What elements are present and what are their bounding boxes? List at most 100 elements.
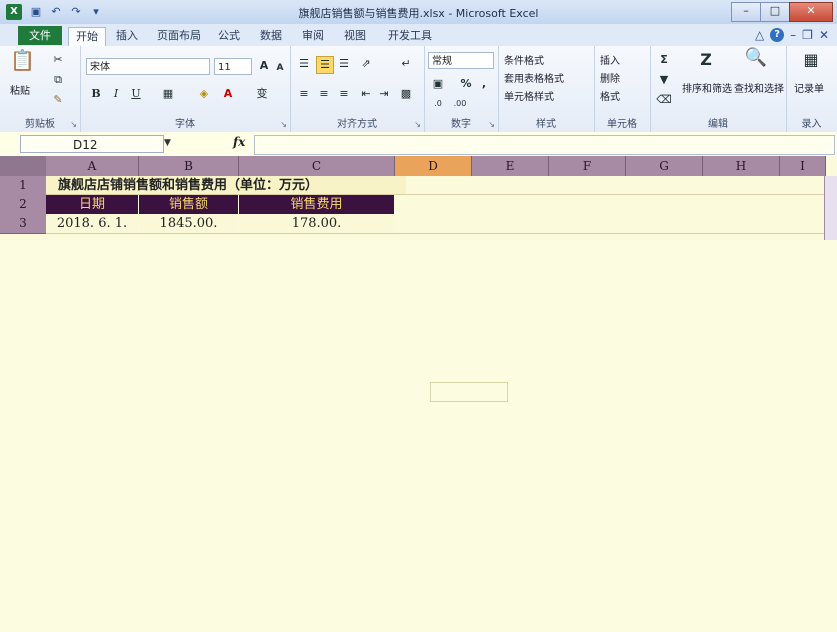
clipboard-group: 📋 粘贴 ✂ ⧉ ✎ 剪贴板 ↘ [0,46,81,132]
tab-home[interactable]: 开始 [68,27,106,47]
shrink-font-icon[interactable]: A [272,60,288,76]
data-cell-date[interactable]: 2018. 6. 1. [46,214,138,233]
delete-cells-button[interactable]: 删除 [600,70,620,85]
number-launcher-icon[interactable]: ↘ [488,120,495,129]
gridline [46,233,825,234]
accounting-format-icon[interactable]: ▣ [430,76,446,92]
record-form-button[interactable]: 记录单 [794,80,824,95]
tab-file[interactable]: 文件 [18,26,62,45]
increase-decimal-icon[interactable]: .0 [430,96,446,112]
data-cell-sales[interactable]: 1845.00. [139,214,238,233]
decrease-indent-icon[interactable]: ⇤ [358,86,374,102]
phonetic-button[interactable]: 变 [254,86,270,102]
wrap-text-icon[interactable]: ↵ [398,56,414,72]
tab-formulas[interactable]: 公式 [214,27,244,46]
underline-button[interactable]: U [128,86,144,102]
sort-filter-button[interactable]: 排序和筛选 [682,80,732,95]
comma-style-icon[interactable]: , [476,76,492,92]
insert-function-button[interactable]: fx [233,135,245,149]
insert-cells-button[interactable]: 插入 [600,52,620,67]
align-left-icon[interactable]: ≡ [296,86,312,102]
grow-font-icon[interactable]: A [256,58,272,74]
select-all-corner[interactable] [0,156,46,176]
conditional-format-button[interactable]: 条件格式 [504,52,544,67]
format-cells-button[interactable]: 格式 [600,88,620,103]
selected-cell-outline[interactable] [430,382,508,402]
copy-icon[interactable]: ⧉ [50,72,66,88]
find-select-icon[interactable]: 🔍 [744,49,768,74]
tab-developer[interactable]: 开发工具 [384,27,436,46]
row-header-1[interactable]: 1 [0,176,46,196]
tab-data[interactable]: 数据 [256,27,286,46]
align-middle-icon[interactable]: ☰ [316,56,334,74]
font-size-select[interactable]: 11 [214,58,252,75]
font-label: 字体 [175,119,195,130]
close-workbook-icon[interactable]: ✕ [819,28,829,42]
number-format-select[interactable]: 常规 [428,52,494,69]
tab-view[interactable]: 视图 [340,27,370,46]
align-right-icon[interactable]: ≡ [336,86,352,102]
paste-icon[interactable]: 📋 [10,50,35,80]
close-button[interactable]: ✕ [789,2,833,22]
font-color-icon[interactable]: A [220,86,236,102]
row-header-3[interactable]: 3 [0,214,46,234]
column-header-g[interactable]: G [626,156,703,176]
cell-styles-button[interactable]: 单元格样式 [504,88,554,103]
help-icon[interactable]: ? [770,28,785,42]
restore-workbook-icon[interactable]: ❐ [802,28,813,42]
header-cell-sales[interactable]: 销售额 [139,195,238,214]
tab-review[interactable]: 审阅 [298,27,328,46]
form-icon[interactable]: ▦ [800,52,822,74]
minimize-button[interactable]: – [731,2,761,22]
orientation-icon[interactable]: ⇗ [358,56,374,72]
column-header-b[interactable]: B [139,156,239,176]
percent-button[interactable]: % [458,76,474,92]
align-center-icon[interactable]: ≡ [316,86,332,102]
cut-icon[interactable]: ✂ [50,52,66,68]
worksheet[interactable]: A B C D E F G H I 1 2 3 旗舰店店铺销售额和销售费用（单位… [0,156,837,632]
paste-button[interactable]: 粘贴 [10,82,30,97]
header-cell-expense[interactable]: 销售费用 [239,195,394,214]
fill-icon[interactable]: ▼ [656,72,672,88]
sheet-title-cell[interactable]: 旗舰店店铺销售额和销售费用（单位：万元） [46,176,406,195]
tab-insert[interactable]: 插入 [112,27,142,46]
vertical-scrollbar[interactable] [824,176,837,240]
ribbon: 📋 粘贴 ✂ ⧉ ✎ 剪贴板 ↘ 宋体 11 A A B I U ▦ ◈ A 变… [0,46,837,133]
column-header-c[interactable]: C [239,156,395,176]
format-painter-icon[interactable]: ✎ [50,92,66,108]
column-header-h[interactable]: H [703,156,780,176]
fill-color-icon[interactable]: ◈ [196,86,212,102]
borders-icon[interactable]: ▦ [160,86,176,102]
maximize-button[interactable]: □ [760,2,790,22]
column-header-d[interactable]: D [395,156,472,176]
clipboard-launcher-icon[interactable]: ↘ [70,120,77,129]
column-header-a[interactable]: A [46,156,139,176]
sort-filter-icon[interactable]: Z [696,52,716,74]
font-name-select[interactable]: 宋体 [86,58,210,75]
formula-input[interactable] [254,135,835,155]
align-top-icon[interactable]: ☰ [296,56,312,72]
name-box[interactable]: D12 [20,135,164,153]
font-launcher-icon[interactable]: ↘ [280,120,287,129]
clear-icon[interactable]: ⌫ [656,92,672,108]
data-cell-expense[interactable]: 178.00. [239,214,394,233]
increase-indent-icon[interactable]: ⇥ [376,86,392,102]
alignment-launcher-icon[interactable]: ↘ [414,120,421,129]
tab-page-layout[interactable]: 页面布局 [152,27,206,46]
column-header-i[interactable]: I [780,156,826,176]
row-header-2[interactable]: 2 [0,195,46,215]
column-header-f[interactable]: F [549,156,626,176]
format-as-table-button[interactable]: 套用表格格式 [504,70,564,85]
header-cell-date[interactable]: 日期 [46,195,138,214]
collapse-ribbon-icon[interactable]: △ [755,28,764,42]
autosum-icon[interactable]: Σ [656,52,672,68]
name-box-dropdown-icon[interactable]: ▼ [164,138,171,148]
bold-button[interactable]: B [88,86,104,102]
merge-center-icon[interactable]: ▩ [398,86,414,102]
find-select-button[interactable]: 查找和选择 [734,80,784,95]
decrease-decimal-icon[interactable]: .00 [452,96,468,112]
column-header-e[interactable]: E [472,156,549,176]
minimize-workbook-icon[interactable]: – [790,28,796,42]
italic-button[interactable]: I [108,86,124,102]
align-bottom-icon[interactable]: ☰ [336,56,352,72]
